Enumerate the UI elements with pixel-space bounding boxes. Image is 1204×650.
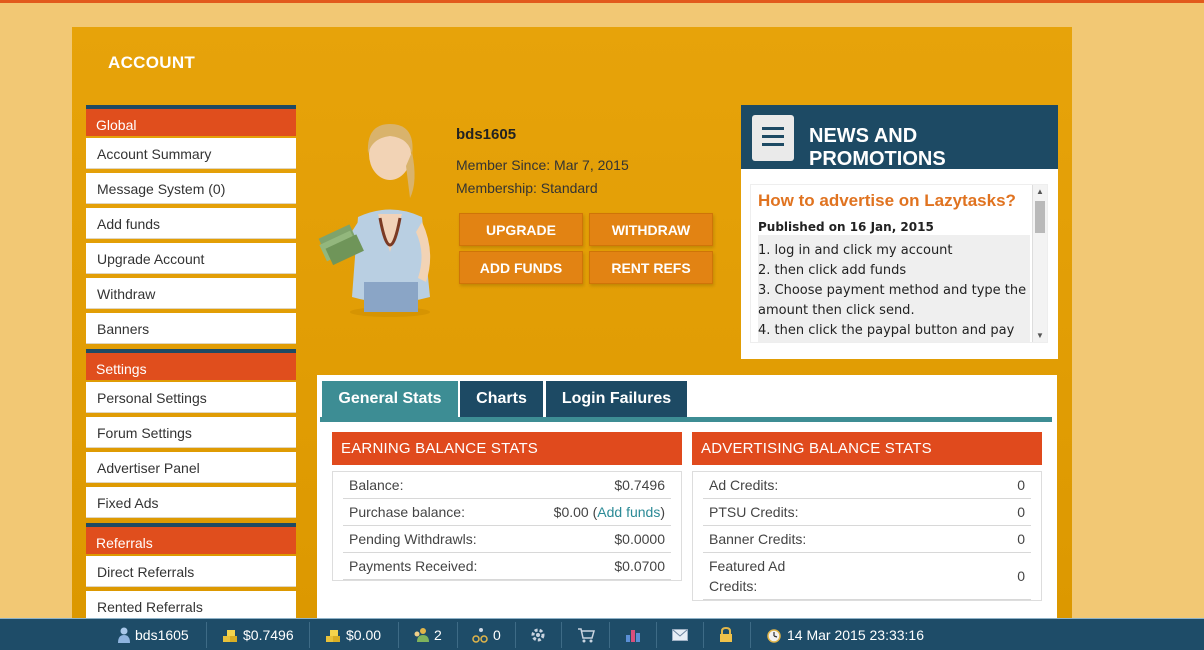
sidebar-item-account-summary[interactable]: Account Summary xyxy=(86,138,296,169)
table-row: Purchase balance: $0.00 (Add funds) xyxy=(343,499,671,526)
scroll-thumb[interactable] xyxy=(1035,201,1045,233)
mail-icon xyxy=(672,629,688,641)
table-row: Balance: $0.7496 xyxy=(343,472,671,499)
page-title: ACCOUNT xyxy=(108,53,196,72)
news-header: NEWS AND PROMOTIONS xyxy=(741,105,1058,170)
tab-general-stats[interactable]: General Stats xyxy=(322,381,458,417)
bike-icon xyxy=(472,628,488,643)
sidebar-item-direct-referrals[interactable]: Direct Referrals xyxy=(86,556,296,587)
news-article-title[interactable]: How to advertise on Lazytasks? xyxy=(758,191,1016,211)
news-line: 1. log in and click my account xyxy=(758,243,953,258)
coins-icon xyxy=(326,630,340,642)
bottom-messages[interactable] xyxy=(672,619,688,650)
member-since: Member Since: Mar 7, 2015 xyxy=(456,157,629,173)
advertising-balance-header: ADVERTISING BALANCE STATS xyxy=(692,432,1042,465)
user-icon xyxy=(118,627,130,643)
bottom-purchase-balance[interactable]: $0.00 xyxy=(325,619,381,650)
news-scrollbar[interactable]: ▲ ▼ xyxy=(1032,185,1047,342)
upgrade-button[interactable]: UPGRADE xyxy=(459,213,583,246)
sidebar-item-advertiser-panel[interactable]: Advertiser Panel xyxy=(86,452,296,483)
bar-chart-icon xyxy=(626,630,640,642)
bottom-balance[interactable]: $0.7496 xyxy=(222,619,294,650)
bottom-user[interactable]: bds1605 xyxy=(118,619,189,650)
sidebar-header-settings: Settings xyxy=(86,349,296,380)
sidebar-header-referrals: Referrals xyxy=(86,523,296,554)
news-line: 3. Choose payment method and type the xyxy=(758,283,1027,298)
earning-balance-table: Balance: $0.7496 Purchase balance: $0.00… xyxy=(332,471,682,581)
profile-username: bds1605 xyxy=(456,126,517,143)
add-funds-button[interactable]: ADD FUNDS xyxy=(459,251,583,284)
coins-icon xyxy=(223,630,237,642)
users-icon xyxy=(414,628,429,642)
withdraw-button[interactable]: WITHDRAW xyxy=(589,213,713,246)
news-body: How to advertise on Lazytasks? Published… xyxy=(750,184,1048,343)
bottom-datetime: 14 Mar 2015 23:33:16 xyxy=(787,627,924,643)
membership-type: Membership: Standard xyxy=(456,180,598,196)
bottom-clock: 14 Mar 2015 23:33:16 xyxy=(766,619,924,650)
table-row: Pending Withdrawls: $0.0000 xyxy=(343,526,671,553)
tab-login-failures[interactable]: Login Failures xyxy=(546,381,687,417)
news-article-text: 1. log in and click my account 2. then c… xyxy=(758,235,1030,342)
bottom-logout[interactable] xyxy=(719,619,733,650)
bottom-status-bar: bds1605 $0.7496 $0.00 2 0 14 Mar 2015 23… xyxy=(0,618,1204,650)
table-row: Featured Ad Credits: 0 xyxy=(703,553,1031,600)
table-row: Payments Received: $0.0700 xyxy=(343,553,671,580)
scroll-down-arrow-icon[interactable]: ▼ xyxy=(1036,331,1044,340)
alarm-clock-icon xyxy=(767,629,781,643)
lock-icon xyxy=(720,627,732,642)
bottom-rented-referrals-count: 0 xyxy=(493,627,501,643)
sidebar-item-add-funds[interactable]: Add funds xyxy=(86,208,296,239)
sidebar-item-personal-settings[interactable]: Personal Settings xyxy=(86,382,296,413)
news-line: 4. then click the paypal button and pay … xyxy=(758,323,1015,338)
sidebar-item-fixed-ads[interactable]: Fixed Ads xyxy=(86,487,296,518)
table-row: PTSU Credits: 0 xyxy=(703,499,1031,526)
bottom-cart[interactable] xyxy=(577,619,595,650)
earning-balance-header: EARNING BALANCE STATS xyxy=(332,432,682,465)
sidebar-header-global: Global xyxy=(86,105,296,136)
sidebar-item-forum-settings[interactable]: Forum Settings xyxy=(86,417,296,448)
bottom-settings[interactable] xyxy=(530,619,546,650)
sidebar-item-banners[interactable]: Banners xyxy=(86,313,296,344)
gear-icon xyxy=(531,628,545,642)
bottom-direct-referrals[interactable]: 2 xyxy=(413,619,442,650)
tab-underline xyxy=(320,417,1052,422)
sidebar-item-withdraw[interactable]: Withdraw xyxy=(86,278,296,309)
rent-refs-button[interactable]: RENT REFS xyxy=(589,251,713,284)
scroll-up-arrow-icon[interactable]: ▲ xyxy=(1036,187,1044,196)
news-published-date: Published on 16 Jan, 2015 xyxy=(758,220,934,234)
table-row: Ad Credits: 0 xyxy=(703,472,1031,499)
bottom-purchase-value: $0.00 xyxy=(346,627,382,643)
account-panel: ACCOUNT Global Account Summary Message S… xyxy=(72,27,1072,650)
news-line: amount then click send. xyxy=(758,303,915,318)
news-line: 2. then click add funds xyxy=(758,263,907,278)
top-accent-strip xyxy=(0,0,1204,3)
advertising-balance-table: Ad Credits: 0 PTSU Credits: 0 Banner Cre… xyxy=(692,471,1042,601)
bottom-username: bds1605 xyxy=(135,627,189,643)
tab-charts[interactable]: Charts xyxy=(460,381,543,417)
bottom-stats[interactable] xyxy=(625,619,641,650)
avatar xyxy=(318,122,448,317)
stats-panel: General Stats Charts Login Failures EARN… xyxy=(317,375,1057,650)
document-icon xyxy=(752,115,794,161)
news-panel: NEWS AND PROMOTIONS How to advertise on … xyxy=(741,105,1058,359)
bottom-rented-referrals[interactable]: 0 xyxy=(472,619,501,650)
sidebar-item-upgrade-account[interactable]: Upgrade Account xyxy=(86,243,296,274)
bottom-balance-value: $0.7496 xyxy=(243,627,294,643)
table-row: Banner Credits: 0 xyxy=(703,526,1031,553)
sidebar-item-message-system[interactable]: Message System (0) xyxy=(86,173,296,204)
sidebar: Global Account Summary Message System (0… xyxy=(86,105,296,622)
bottom-direct-referrals-count: 2 xyxy=(434,627,442,643)
news-header-title: NEWS AND PROMOTIONS xyxy=(809,125,946,170)
add-funds-link[interactable]: Add funds xyxy=(597,504,660,520)
cart-icon xyxy=(578,628,595,643)
